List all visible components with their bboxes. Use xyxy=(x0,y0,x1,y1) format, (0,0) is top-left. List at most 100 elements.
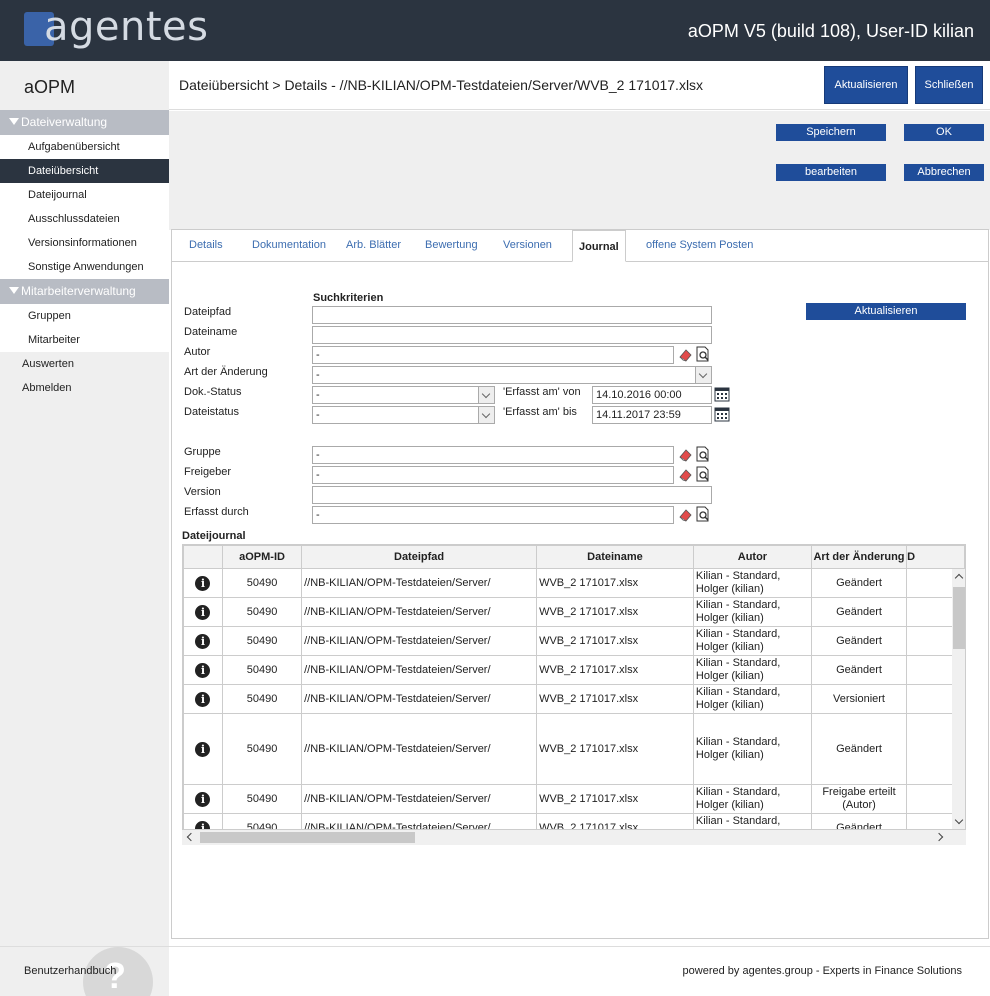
info-icon[interactable]: i xyxy=(195,691,211,707)
path-cell: //NB-KILIAN/OPM-Testdateien/Server/ xyxy=(301,784,538,814)
info-cell[interactable]: i xyxy=(183,713,223,785)
art-select[interactable]: - xyxy=(312,366,712,384)
gruppe-input[interactable]: - xyxy=(312,446,674,464)
cancel-button[interactable]: Abbrechen xyxy=(904,164,984,181)
column-header[interactable]: Dateiname xyxy=(536,545,694,569)
info-cell[interactable]: i xyxy=(183,655,223,685)
tab-arb-blaetter[interactable]: Arb. Blätter xyxy=(346,239,401,251)
info-cell[interactable]: i xyxy=(183,813,223,829)
eraser-icon[interactable] xyxy=(677,347,693,363)
eraser-icon[interactable] xyxy=(677,447,693,463)
tab-bewertung[interactable]: Bewertung xyxy=(425,239,478,251)
erfasst-von-input[interactable]: 14.10.2016 00:00 xyxy=(592,386,712,404)
art-cell: Geändert xyxy=(810,713,908,785)
erfasst-durch-input[interactable]: - xyxy=(312,506,674,524)
refresh-button[interactable]: Aktualisieren xyxy=(824,66,908,104)
path-cell: //NB-KILIAN/OPM-Testdateien/Server/ xyxy=(301,655,538,685)
lookup-icon[interactable] xyxy=(695,346,711,362)
close-button[interactable]: Schließen xyxy=(915,66,983,104)
autor-input[interactable]: - xyxy=(312,346,674,364)
lookup-icon[interactable] xyxy=(695,506,711,522)
chevron-down-icon xyxy=(478,387,494,403)
calendar-icon[interactable] xyxy=(714,406,730,422)
tab-offene-system-posten[interactable]: offene System Posten xyxy=(646,239,753,251)
table-row[interactable]: i 50490 //NB-KILIAN/OPM-Testdateien/Serv… xyxy=(183,597,965,627)
table-row[interactable]: i 50490 //NB-KILIAN/OPM-Testdateien/Serv… xyxy=(183,568,965,598)
sidebar-item-gruppen[interactable]: Gruppen xyxy=(0,304,169,328)
table-row[interactable]: i 50490 //NB-KILIAN/OPM-Testdateien/Serv… xyxy=(183,784,965,814)
sidebar-item-auswerten[interactable]: Auswerten xyxy=(0,352,169,376)
sidebar-item-dateiuebersicht[interactable]: Dateiübersicht xyxy=(0,159,169,183)
freigeber-input[interactable]: - xyxy=(312,466,674,484)
scroll-down-icon[interactable] xyxy=(954,815,964,825)
page-title: Dateiübersicht > Details - //NB-KILIAN/O… xyxy=(179,77,704,93)
tab-journal[interactable]: Journal xyxy=(572,230,626,262)
info-icon[interactable]: i xyxy=(195,820,211,829)
column-header[interactable]: Art der Änderung xyxy=(810,545,908,569)
calendar-icon[interactable] xyxy=(714,386,730,402)
sidebar-item-versionsinformationen[interactable]: Versionsinformationen xyxy=(0,231,169,255)
vertical-scrollbar[interactable] xyxy=(952,569,965,829)
erfasst-bis-input[interactable]: 14.11.2017 23:59 xyxy=(592,406,712,424)
scroll-right-icon[interactable] xyxy=(934,832,944,842)
vertical-scroll-thumb[interactable] xyxy=(953,587,965,649)
sidebar-item-aufgabenuebersicht[interactable]: Aufgabenübersicht xyxy=(0,135,169,159)
table-row[interactable]: i 50490 //NB-KILIAN/OPM-Testdateien/Serv… xyxy=(183,684,965,714)
column-header[interactable]: D xyxy=(906,545,965,569)
info-icon[interactable]: i xyxy=(195,791,211,807)
table-row[interactable]: i 50490 //NB-KILIAN/OPM-Testdateien/Serv… xyxy=(183,713,965,785)
sidebar-item-abmelden[interactable]: Abmelden xyxy=(0,376,169,400)
edit-button[interactable]: bearbeiten xyxy=(776,164,886,181)
horizontal-scrollbar[interactable] xyxy=(182,830,966,845)
column-header[interactable]: Dateipfad xyxy=(301,545,538,569)
dateipfad-input[interactable] xyxy=(312,306,712,324)
info-cell[interactable]: i xyxy=(183,784,223,814)
action-area: Speichern OK bearbeiten Abbrechen xyxy=(169,111,990,230)
eraser-icon[interactable] xyxy=(677,467,693,483)
info-cell[interactable]: i xyxy=(183,568,223,598)
info-icon[interactable]: i xyxy=(195,741,211,757)
dokstatus-select[interactable]: - xyxy=(312,386,495,404)
lookup-icon[interactable] xyxy=(695,466,711,482)
info-cell[interactable]: i xyxy=(183,626,223,656)
tab-versionen[interactable]: Versionen xyxy=(503,239,552,251)
eraser-icon[interactable] xyxy=(677,507,693,523)
info-cell[interactable]: i xyxy=(183,597,223,627)
ok-button[interactable]: OK xyxy=(904,124,984,141)
column-header[interactable]: Autor xyxy=(692,545,812,569)
info-icon[interactable]: i xyxy=(195,604,211,620)
save-button[interactable]: Speichern xyxy=(776,124,886,141)
tab-dokumentation[interactable]: Dokumentation xyxy=(252,239,326,251)
search-refresh-button[interactable]: Aktualisieren xyxy=(806,303,966,320)
info-icon[interactable]: i xyxy=(195,633,211,649)
table-row[interactable]: i 50490 //NB-KILIAN/OPM-Testdateien/Serv… xyxy=(183,655,965,685)
sidebar-item-mitarbeiter[interactable]: Mitarbeiter xyxy=(0,328,169,352)
journal-table: aOPM-ID Dateipfad Dateiname Autor Art de… xyxy=(182,544,966,830)
art-cell: Geändert xyxy=(810,597,908,627)
nav-group-mitarbeiterverwaltung[interactable]: Mitarbeiterverwaltung xyxy=(0,279,169,304)
info-icon[interactable]: i xyxy=(195,575,211,591)
nav-group-dateiverwaltung[interactable]: Dateiverwaltung xyxy=(0,110,169,135)
sidebar-item-ausschlussdateien[interactable]: Ausschlussdateien xyxy=(0,207,169,231)
info-cell[interactable]: i xyxy=(183,684,223,714)
scroll-up-icon[interactable] xyxy=(954,573,964,583)
sidebar-item-dateijournal[interactable]: Dateijournal xyxy=(0,183,169,207)
autor-cell: Kilian - Standard, Holger (kilian) xyxy=(692,626,812,656)
dateiname-input[interactable] xyxy=(312,326,712,344)
scroll-left-icon[interactable] xyxy=(186,832,196,842)
table-row[interactable]: i 50490 //NB-KILIAN/OPM-Testdateien/Serv… xyxy=(183,813,965,829)
collapse-triangle-icon xyxy=(9,118,19,125)
column-header[interactable]: aOPM-ID xyxy=(221,545,303,569)
lookup-icon[interactable] xyxy=(695,446,711,462)
version-input[interactable] xyxy=(312,486,712,504)
dateistatus-select[interactable]: - xyxy=(312,406,495,424)
info-icon[interactable]: i xyxy=(195,662,211,678)
file-cell: WVB_2 171017.xlsx xyxy=(536,813,694,829)
path-cell: //NB-KILIAN/OPM-Testdateien/Server/ xyxy=(301,597,538,627)
tab-details[interactable]: Details xyxy=(189,239,223,251)
sidebar-item-sonstige-anwendungen[interactable]: Sonstige Anwendungen xyxy=(0,255,169,279)
journal-heading: Dateijournal xyxy=(182,530,246,542)
handbook-link[interactable]: Benutzerhandbuch xyxy=(24,965,116,977)
horizontal-scroll-thumb[interactable] xyxy=(200,832,415,843)
table-row[interactable]: i 50490 //NB-KILIAN/OPM-Testdateien/Serv… xyxy=(183,626,965,656)
